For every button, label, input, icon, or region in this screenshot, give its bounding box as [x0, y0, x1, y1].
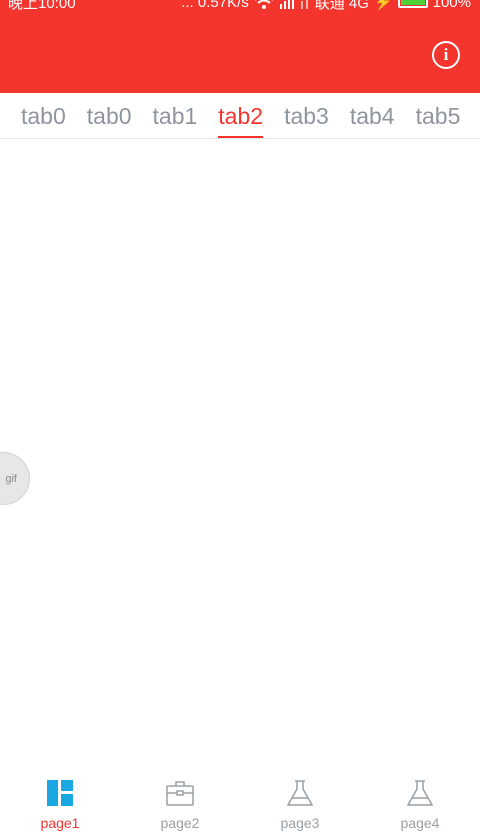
nav-item-page3[interactable]: page3	[240, 771, 360, 839]
briefcase-icon	[166, 779, 194, 807]
nav-label: page2	[160, 815, 200, 831]
carrier-label: 联通 4G	[314, 0, 369, 12]
active-tab-indicator	[218, 136, 264, 138]
battery-percent: 100%	[432, 0, 471, 11]
tab-label: tab0	[86, 103, 132, 129]
nav-label: page1	[40, 815, 80, 831]
status-time: 晚上10:00	[8, 0, 76, 12]
nav-item-page1[interactable]: page1	[0, 771, 120, 839]
nav-item-page4[interactable]: page4	[360, 771, 480, 839]
tab-4[interactable]: tab3	[284, 93, 329, 138]
battery-icon	[397, 0, 428, 8]
nav-label: page4	[400, 815, 440, 831]
app-screen: 晚上10:00 ... 0.57K/s 联通 4G ⚡ 100% i tab0 …	[0, 0, 480, 839]
nav-label: page3	[280, 815, 320, 831]
tab-0[interactable]: tab0	[21, 93, 66, 138]
tab-6[interactable]: tab5	[415, 93, 461, 138]
tab-bar: tab0 tab0 tab1 tab2 tab3 tab4 tab5	[0, 93, 480, 139]
status-right-group: ... 0.57K/s 联通 4G ⚡ 100%	[181, 0, 471, 13]
dashboard-icon	[46, 779, 74, 807]
flask-icon	[286, 779, 314, 807]
network-speed: ... 0.57K/s	[181, 0, 249, 11]
signal-icon	[279, 0, 294, 9]
tab-label: tab1	[152, 103, 198, 129]
tab-label: tab4	[349, 103, 395, 129]
nav-item-page2[interactable]: page2	[120, 771, 240, 839]
tabs-row: tab0 tab0 tab1 tab2 tab3 tab4 tab5	[21, 93, 480, 138]
charging-icon: ⚡	[373, 0, 393, 11]
info-glyph: i	[443, 45, 449, 64]
tab-1[interactable]: tab0	[86, 93, 132, 138]
info-icon[interactable]: i	[432, 41, 460, 69]
tab-label: tab2	[218, 103, 264, 129]
tab-label: tab0	[21, 103, 66, 129]
gif-floating-button[interactable]: gif	[0, 452, 30, 505]
bottom-navigation: page1 page2 page3 page4	[0, 771, 480, 839]
signal-secondary-icon	[300, 0, 308, 9]
flask-icon	[406, 779, 434, 807]
app-bar: 晚上10:00 ... 0.57K/s 联通 4G ⚡ 100% i	[0, 0, 480, 93]
status-bar: 晚上10:00 ... 0.57K/s 联通 4G ⚡ 100%	[0, 0, 480, 12]
gif-label: gif	[5, 472, 17, 485]
tab-label: tab5	[415, 103, 461, 129]
tab-5[interactable]: tab4	[349, 93, 395, 138]
tab-label: tab3	[284, 103, 329, 129]
wifi-icon	[254, 0, 273, 9]
tab-3[interactable]: tab2	[218, 93, 264, 138]
tab-2[interactable]: tab1	[152, 93, 198, 138]
